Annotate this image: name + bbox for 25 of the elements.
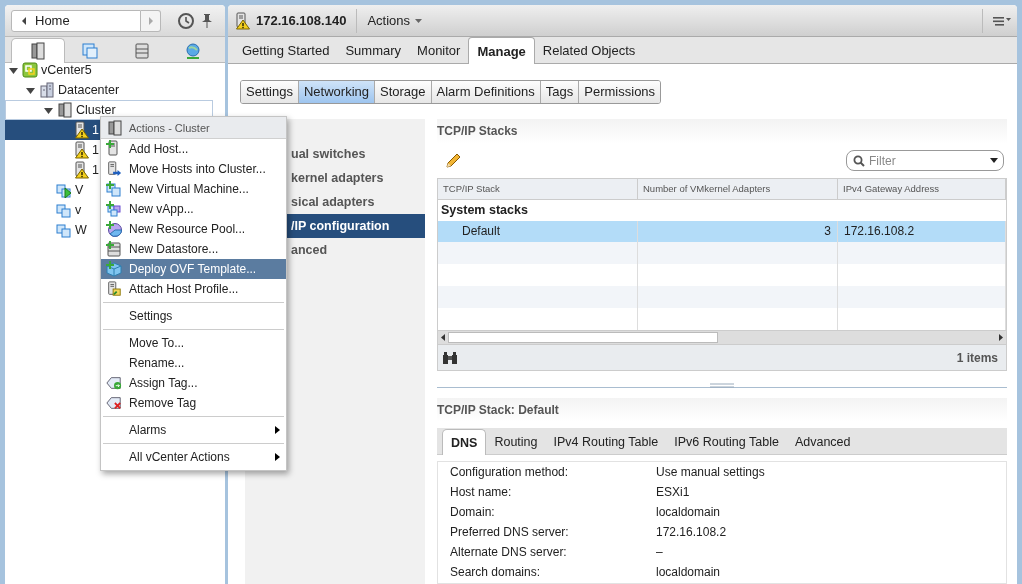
- object-title: 172.16.108.140: [256, 13, 347, 28]
- field-value: 172.16.108.2: [656, 525, 728, 539]
- item-count: 1 items: [956, 350, 998, 365]
- tree-label: 1: [92, 163, 99, 177]
- field-label: Search domains:: [450, 565, 542, 579]
- field-label: Configuration method:: [450, 465, 570, 479]
- tree-label: W: [75, 223, 87, 237]
- tree-label: Cluster: [76, 103, 116, 117]
- field-value: ESXi1: [656, 485, 691, 499]
- field-value: –: [656, 545, 664, 559]
- tree-label: vCenter5: [41, 63, 92, 77]
- field-label: Preferred DNS server:: [450, 525, 570, 539]
- field-value: localdomain: [656, 505, 722, 519]
- menu-title: Actions - Cluster: [129, 121, 210, 134]
- tree-label: 1: [92, 143, 99, 157]
- field-label: Host name:: [450, 485, 513, 499]
- field-value: localdomain: [656, 565, 722, 579]
- field-label: Domain:: [450, 505, 496, 519]
- tree-label: Datacenter: [58, 83, 120, 97]
- field-value: Use manual settings: [656, 465, 766, 479]
- tree-label: V: [75, 183, 84, 197]
- field-label: Alternate DNS server:: [450, 545, 568, 559]
- tree-label: v: [75, 203, 82, 217]
- tree-label: 1: [92, 123, 99, 137]
- group-label: System stacks: [440, 202, 529, 219]
